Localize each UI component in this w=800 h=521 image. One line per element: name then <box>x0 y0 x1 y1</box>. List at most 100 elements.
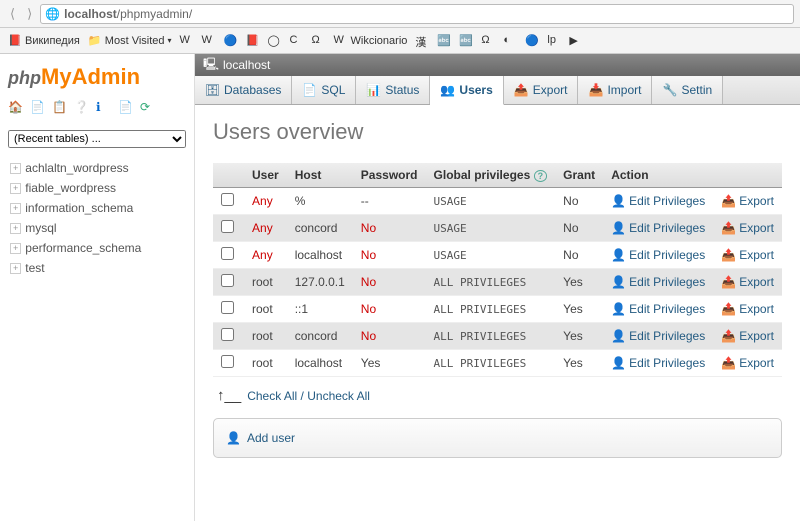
tab-export[interactable]: 📤Export <box>504 76 579 104</box>
plus-icon: + <box>10 183 21 194</box>
export-icon: 📤 <box>721 194 736 208</box>
url-bar[interactable]: 🌐 localhost/phpmyadmin/ <box>40 4 794 24</box>
cell-password: No <box>361 329 376 343</box>
row-checkbox[interactable] <box>221 247 234 260</box>
edit-icon: 👤 <box>611 248 626 262</box>
edit-privileges-link[interactable]: 👤Edit Privileges <box>611 275 705 289</box>
bookmark-item[interactable]: ◐ <box>503 34 517 48</box>
bookmark-item[interactable]: ◯ <box>268 34 282 48</box>
tab-status[interactable]: 📊Status <box>356 76 430 104</box>
database-item[interactable]: +fiable_wordpress <box>8 178 186 198</box>
database-item[interactable]: +performance_schema <box>8 238 186 258</box>
edit-privileges-link[interactable]: 👤Edit Privileges <box>611 221 705 235</box>
table-row: rootlocalhostYesALL PRIVILEGESYes👤Edit P… <box>213 350 782 377</box>
settings-icon[interactable]: 📄 <box>118 100 134 116</box>
bookmark-item[interactable]: 📁Most Visited▾ <box>88 34 172 48</box>
users-table: User Host Password Global privileges ? G… <box>213 163 782 377</box>
table-row: rootconcordNoALL PRIVILEGESYes👤Edit Priv… <box>213 323 782 350</box>
bookmark-item[interactable]: C <box>290 34 304 48</box>
url-path: /phpmyadmin/ <box>117 7 192 21</box>
row-checkbox[interactable] <box>221 355 234 368</box>
check-all-link[interactable]: Check All / Uncheck All <box>247 389 370 403</box>
row-checkbox[interactable] <box>221 328 234 341</box>
cell-password: No <box>361 275 376 289</box>
edit-privileges-link[interactable]: 👤Edit Privileges <box>611 248 705 262</box>
database-list: +achlaltn_wordpress+fiable_wordpress+inf… <box>8 158 186 278</box>
bookmark-icon: 漢 <box>415 34 429 48</box>
bookmark-item[interactable]: W <box>202 34 216 48</box>
server-icon: 🖳 <box>203 55 219 76</box>
tab-icon: 📄 <box>302 83 316 97</box>
row-checkbox[interactable] <box>221 220 234 233</box>
docs-icon[interactable]: ❔ <box>74 100 90 116</box>
bookmark-icon: 🔤 <box>437 34 451 48</box>
bookmark-item[interactable]: 漢 <box>415 34 429 48</box>
bookmark-item[interactable]: 🔵 <box>224 34 238 48</box>
table-row: root::1NoALL PRIVILEGESYes👤Edit Privileg… <box>213 296 782 323</box>
sidebar: phpMyAdmin 🏠 📄 📋 ❔ ℹ 📄 ⟳ (Recent tables)… <box>0 54 195 521</box>
add-user-link[interactable]: 👤 Add user <box>226 431 769 445</box>
edit-icon: 👤 <box>611 356 626 370</box>
tab-users[interactable]: 👥Users <box>430 76 503 105</box>
export-link[interactable]: 📤Export <box>721 329 774 343</box>
export-link[interactable]: 📤Export <box>721 356 774 370</box>
row-checkbox[interactable] <box>221 301 234 314</box>
export-link[interactable]: 📤Export <box>721 248 774 262</box>
edit-icon: 👤 <box>611 275 626 289</box>
home-icon[interactable]: 🏠 <box>8 100 24 116</box>
sql-icon[interactable]: 📋 <box>52 100 68 116</box>
recent-tables-select[interactable]: (Recent tables) ... <box>8 130 186 148</box>
tab-databases[interactable]: 🗄Databases <box>195 76 292 104</box>
bookmark-item[interactable]: 📕 <box>246 34 260 48</box>
back-button[interactable]: ⟨ <box>6 4 19 24</box>
bookmark-item[interactable]: 📕Википедия <box>8 34 80 48</box>
database-item[interactable]: +achlaltn_wordpress <box>8 158 186 178</box>
edit-icon: 👤 <box>611 221 626 235</box>
edit-privileges-link[interactable]: 👤Edit Privileges <box>611 329 705 343</box>
bookmark-item[interactable]: 🔤 <box>437 34 451 48</box>
bookmark-item[interactable]: 🔤 <box>459 34 473 48</box>
export-icon: 📤 <box>721 275 736 289</box>
export-link[interactable]: 📤Export <box>721 221 774 235</box>
cell-host: % <box>287 188 353 215</box>
cell-grant: Yes <box>555 323 603 350</box>
cell-password: -- <box>361 194 369 208</box>
bookmark-item[interactable]: 🔵 <box>525 34 539 48</box>
row-checkbox[interactable] <box>221 193 234 206</box>
breadcrumb-server[interactable]: localhost <box>223 58 270 72</box>
bookmark-item[interactable]: Ω <box>481 34 495 48</box>
tab-settin[interactable]: 🔧Settin <box>652 76 723 104</box>
export-link[interactable]: 📤Export <box>721 302 774 316</box>
cell-privileges: ALL PRIVILEGES <box>434 276 527 289</box>
help-icon[interactable]: ℹ <box>96 100 112 116</box>
cell-privileges: USAGE <box>434 195 467 208</box>
bookmark-item[interactable]: W <box>180 34 194 48</box>
export-link[interactable]: 📤Export <box>721 275 774 289</box>
bookmark-item[interactable]: WWikcionario <box>334 34 408 48</box>
tab-import[interactable]: 📥Import <box>578 76 652 104</box>
bookmark-item[interactable]: ▶ <box>569 34 583 48</box>
database-item[interactable]: +information_schema <box>8 198 186 218</box>
row-checkbox[interactable] <box>221 274 234 287</box>
edit-privileges-link[interactable]: 👤Edit Privileges <box>611 356 705 370</box>
plus-icon: + <box>10 243 21 254</box>
add-user-box: 👤 Add user <box>213 418 782 458</box>
reload-icon[interactable]: ⟳ <box>140 100 156 116</box>
cell-host: concord <box>287 215 353 242</box>
forward-button[interactable]: ⟩ <box>23 4 36 24</box>
database-item[interactable]: +test <box>8 258 186 278</box>
edit-privileges-link[interactable]: 👤Edit Privileges <box>611 302 705 316</box>
phpmyadmin-logo: phpMyAdmin <box>8 64 186 90</box>
logout-icon[interactable]: 📄 <box>30 100 46 116</box>
bookmark-item[interactable]: Ω <box>312 34 326 48</box>
edit-privileges-link[interactable]: 👤Edit Privileges <box>611 194 705 208</box>
cell-grant: No <box>555 188 603 215</box>
help-icon[interactable]: ? <box>534 170 548 182</box>
tab-sql[interactable]: 📄SQL <box>292 76 356 104</box>
database-item[interactable]: +mysql <box>8 218 186 238</box>
bookmark-icon: 🔵 <box>525 34 539 48</box>
export-link[interactable]: 📤Export <box>721 194 774 208</box>
cell-user: root <box>252 302 273 316</box>
table-row: Any%--USAGENo👤Edit Privileges📤Export <box>213 188 782 215</box>
bookmark-item[interactable]: lp <box>547 34 561 48</box>
